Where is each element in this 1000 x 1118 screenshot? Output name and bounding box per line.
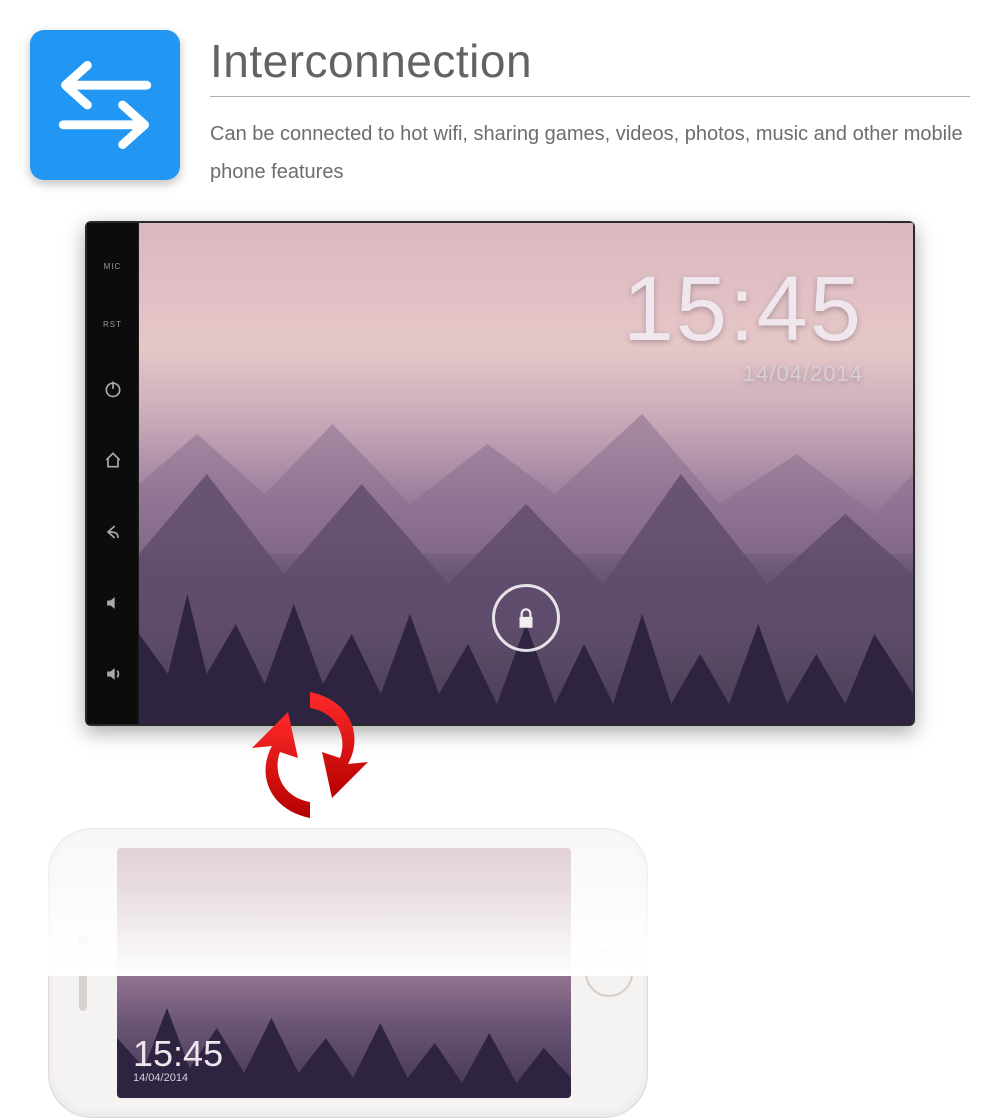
phone-home-zone <box>571 949 647 997</box>
home-button[interactable] <box>102 449 124 471</box>
power-button[interactable] <box>102 378 124 400</box>
volume-up-button[interactable] <box>102 663 124 685</box>
phone-screen[interactable]: 15:45 14/04/2014 <box>117 848 571 1098</box>
header-text: Interconnection Can be connected to hot … <box>210 30 970 191</box>
phone-lockscreen-clock: 15:45 14/04/2014 <box>133 1036 223 1084</box>
clock-date: 14/04/2014 <box>623 361 863 387</box>
swap-arrows-icon <box>30 30 180 180</box>
lock-icon[interactable] <box>492 584 560 652</box>
smartphone: 15:45 14/04/2014 <box>48 828 648 1118</box>
feature-description: Can be connected to hot wifi, sharing ga… <box>210 115 970 191</box>
rst-label: RST <box>103 320 122 329</box>
phone-earpiece-zone <box>49 935 117 1011</box>
phone-clock-time: 15:45 <box>133 1036 223 1072</box>
phone-clock-date: 14/04/2014 <box>133 1072 223 1084</box>
sync-arrows-icon <box>240 680 380 830</box>
device-side-panel: MIC RST <box>87 223 139 724</box>
back-button[interactable] <box>102 521 124 543</box>
home-button[interactable] <box>585 949 633 997</box>
lockscreen-clock: 15:45 14/04/2014 <box>623 263 863 387</box>
clock-time: 15:45 <box>623 263 863 355</box>
device-area: MIC RST <box>0 221 1000 726</box>
mic-label: MIC <box>104 262 122 271</box>
car-head-unit: MIC RST <box>85 221 915 726</box>
front-camera-icon <box>78 935 88 945</box>
feature-title: Interconnection <box>210 34 970 97</box>
feature-header: Interconnection Can be connected to hot … <box>0 0 1000 201</box>
volume-down-button[interactable] <box>102 592 124 614</box>
earpiece-speaker <box>79 957 87 1011</box>
device-screen[interactable]: 15:45 14/04/2014 <box>139 223 913 724</box>
